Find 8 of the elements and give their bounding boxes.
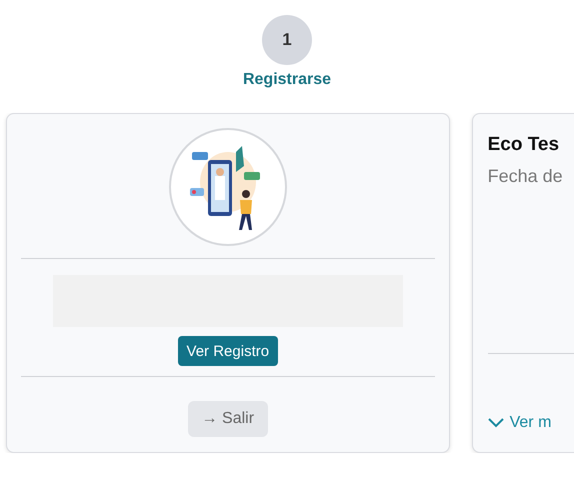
step-number: 1 bbox=[262, 15, 312, 65]
see-more-text: Ver m bbox=[510, 414, 552, 432]
view-record-button[interactable]: Ver Registro bbox=[178, 336, 278, 366]
test-title: Eco Tes bbox=[488, 134, 560, 156]
step-label: Registrarse bbox=[242, 71, 332, 89]
exit-button[interactable]: → Salir bbox=[188, 401, 268, 437]
see-more-link[interactable]: Ver m bbox=[488, 414, 552, 432]
test-date-label: Fecha de bbox=[488, 166, 563, 187]
